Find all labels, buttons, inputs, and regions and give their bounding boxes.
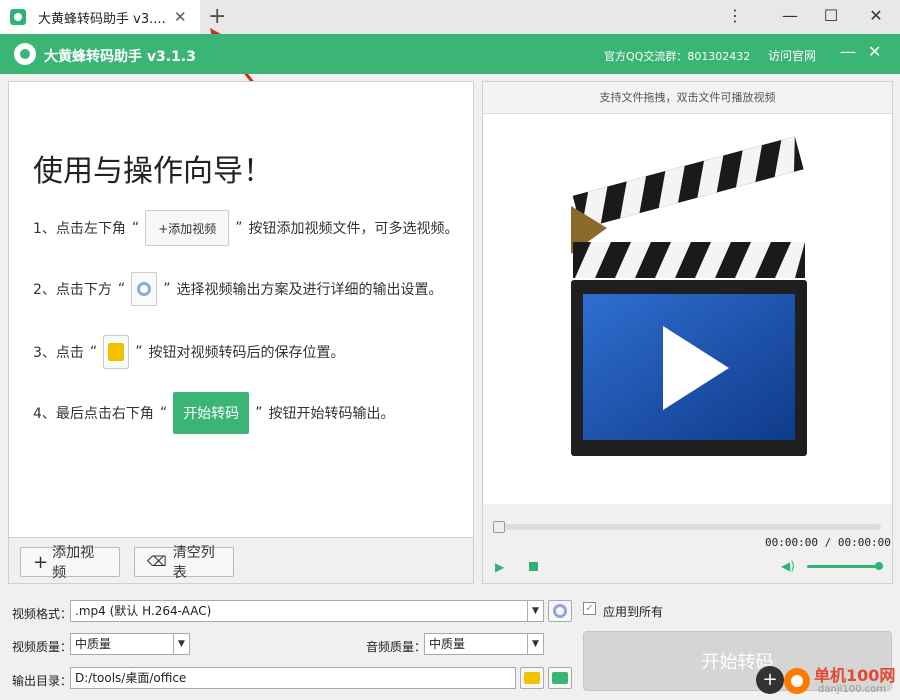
quote-close: ” bbox=[135, 344, 143, 360]
app-logo-icon bbox=[14, 43, 36, 65]
browse-folder-button[interactable] bbox=[520, 667, 544, 689]
audio-quality-label: 音频质量： bbox=[366, 640, 427, 654]
guide-step-3: 3、点击 “ ” 按钮对视频转码后的保存位置。 bbox=[33, 335, 344, 369]
tab-close-icon[interactable]: ✕ bbox=[174, 8, 187, 26]
apply-all-label: 应用到所有 bbox=[603, 605, 664, 619]
output-settings-icon bbox=[131, 272, 158, 306]
settings-gear-icon bbox=[553, 604, 567, 618]
app-minimize-icon[interactable]: — bbox=[840, 42, 856, 61]
format-label: 视频格式： bbox=[12, 607, 73, 621]
output-dir-label: 输出目录： bbox=[12, 674, 73, 688]
video-preview-panel: 支持文件拖拽，双击文件可播放视频 00:00:00 / 00:00:00 ▶ ◀… bbox=[482, 81, 893, 584]
audio-quality-select[interactable]: 中质量 ▼ bbox=[424, 633, 544, 655]
step-text: 按钮开始转码输出。 bbox=[268, 406, 395, 422]
video-quality-label: 视频质量： bbox=[12, 640, 73, 654]
volume-handle[interactable] bbox=[875, 562, 883, 570]
app-title: 大黄蜂转码助手 v3.1.3 bbox=[44, 49, 196, 65]
quote-open: “ bbox=[131, 220, 140, 236]
clapperboard-icon bbox=[571, 136, 807, 456]
video-player-area[interactable] bbox=[483, 114, 892, 504]
qq-group-text: 官方QQ交流群：801302432 bbox=[604, 50, 751, 63]
playback-time: 00:00:00 / 00:00:00 bbox=[765, 536, 891, 549]
apply-all-checkbox[interactable]: ✓ bbox=[583, 602, 596, 615]
step-text: 选择视频输出方案及进行详细的输出设置。 bbox=[176, 282, 443, 298]
quote-close: ” bbox=[235, 220, 243, 236]
plus-icon: + bbox=[33, 551, 49, 573]
inline-start-button: 开始转码 bbox=[173, 392, 250, 434]
add-video-label: 添加视频 bbox=[52, 545, 95, 581]
browser-tab[interactable]: 大黄蜂转码助手 v3.... ✕ bbox=[0, 0, 200, 34]
add-video-button[interactable]: + 添加视频 bbox=[20, 545, 120, 581]
guide-title: 使用与操作向导！ bbox=[33, 154, 273, 189]
preview-hint: 支持文件拖拽，双击文件可播放视频 bbox=[483, 82, 892, 114]
volume-slider[interactable] bbox=[807, 562, 883, 570]
list-actions-bar: + 添加视频 ⌫ 清空列表 bbox=[8, 538, 474, 584]
step-text: 2、点击下方 bbox=[33, 282, 112, 298]
file-list-panel[interactable]: 使用与操作向导！ 1、点击左下角 “ +添加视频 ” 按钮添加视频文件，可多选视… bbox=[8, 81, 474, 538]
watermark-url: danji100.com bbox=[818, 684, 886, 695]
chevron-down-icon: ▼ bbox=[527, 601, 543, 621]
volume-icon[interactable]: ◀) bbox=[781, 559, 795, 573]
step-text: 按钮添加视频文件，可多选视频。 bbox=[248, 221, 459, 237]
watermark-text: 单机100网 bbox=[814, 666, 896, 685]
guide-step-1: 1、点击左下角 “ +添加视频 ” 按钮添加视频文件，可多选视频。 bbox=[33, 210, 459, 246]
clear-list-label: 清空列表 bbox=[172, 545, 215, 581]
chevron-down-icon: ▼ bbox=[173, 634, 189, 654]
app-header: 大黄蜂转码助手 v3.1.3 官方QQ交流群：801302432 访问官网 — … bbox=[0, 34, 900, 74]
open-folder-button[interactable] bbox=[548, 667, 572, 689]
step-text: 3、点击 bbox=[33, 345, 84, 361]
quote-open: “ bbox=[89, 344, 98, 360]
window-maximize-icon[interactable]: ☐ bbox=[819, 6, 843, 25]
guide-step-4: 4、最后点击右下角 “ 开始转码 ” 按钮开始转码输出。 bbox=[33, 392, 394, 434]
video-quality-value: 中质量 bbox=[75, 637, 112, 651]
quote-open: “ bbox=[159, 405, 168, 421]
quote-close: ” bbox=[163, 281, 171, 297]
progress-handle[interactable] bbox=[493, 521, 505, 533]
audio-quality-value: 中质量 bbox=[429, 637, 466, 651]
chevron-down-icon: ▼ bbox=[527, 634, 543, 654]
watermark-logo-icon bbox=[784, 668, 810, 694]
folder-icon bbox=[524, 672, 540, 684]
step-text: 4、最后点击右下角 bbox=[33, 406, 154, 422]
app-close-icon[interactable]: ✕ bbox=[868, 42, 881, 61]
visit-site-link[interactable]: 访问官网 bbox=[768, 47, 816, 64]
quote-open: “ bbox=[117, 281, 126, 297]
step-text: 按钮对视频转码后的保存位置。 bbox=[148, 345, 345, 361]
window-close-icon[interactable]: ✕ bbox=[864, 6, 888, 25]
clear-list-button[interactable]: ⌫ 清空列表 bbox=[134, 545, 234, 581]
open-folder-icon bbox=[552, 672, 568, 684]
site-watermark: + 单机100网 danji100.com bbox=[756, 660, 900, 700]
format-select[interactable]: .mp4 (默认 H.264-AAC) ▼ bbox=[70, 600, 544, 622]
format-value: .mp4 (默认 H.264-AAC) bbox=[75, 604, 212, 618]
video-quality-select[interactable]: 中质量 ▼ bbox=[70, 633, 190, 655]
guide-step-2: 2、点击下方 “ ” 选择视频输出方案及进行详细的输出设置。 bbox=[33, 272, 442, 306]
output-dir-input[interactable]: D:/tools/桌面/office bbox=[70, 667, 516, 689]
output-dir-value: D:/tools/桌面/office bbox=[75, 671, 187, 685]
output-settings-button[interactable] bbox=[548, 600, 572, 622]
stop-icon[interactable] bbox=[529, 562, 538, 571]
app-tab-icon bbox=[10, 9, 26, 25]
inline-add-video-button: +添加视频 bbox=[145, 210, 230, 246]
quote-close: ” bbox=[255, 405, 263, 421]
playback-progress-bar[interactable] bbox=[493, 521, 881, 533]
browser-menu-icon[interactable]: ⋮ bbox=[723, 6, 747, 25]
play-icon[interactable]: ▶ bbox=[495, 560, 504, 574]
tab-title: 大黄蜂转码助手 v3.... bbox=[38, 11, 166, 27]
eraser-icon: ⌫ bbox=[147, 554, 167, 570]
step-text: 1、点击左下角 bbox=[33, 221, 126, 237]
browser-tab-strip: 大黄蜂转码助手 v3.... ✕ + ⋮ — ☐ ✕ bbox=[0, 0, 900, 34]
watermark-plus-icon: + bbox=[756, 666, 784, 694]
folder-icon bbox=[103, 335, 130, 369]
window-minimize-icon[interactable]: — bbox=[778, 6, 802, 25]
